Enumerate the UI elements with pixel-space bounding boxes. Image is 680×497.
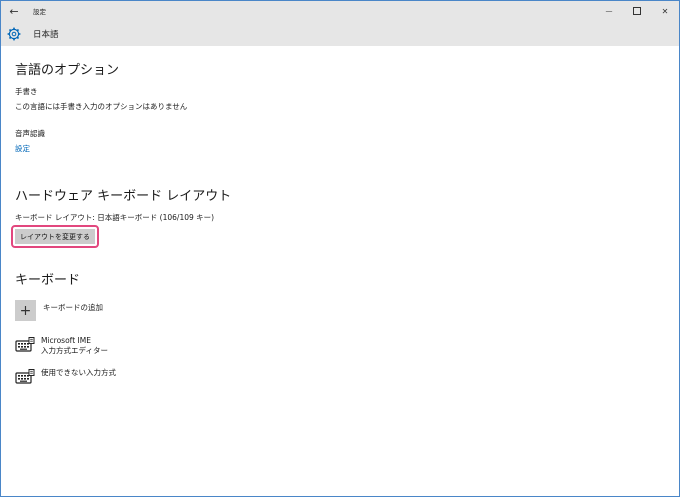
list-item-microsoft-ime[interactable]: Microsoft IME 入力方式エディター — [15, 336, 108, 356]
keyboard-subtitle: 入力方式エディター — [41, 346, 108, 355]
close-button[interactable]: ✕ — [651, 1, 679, 21]
minimize-icon: — — [605, 7, 613, 15]
page-header: 日本語 — [1, 21, 679, 46]
back-arrow-icon: ← — [9, 4, 19, 18]
maximize-icon — [633, 7, 641, 15]
language-options-heading: 言語のオプション — [15, 63, 120, 78]
back-button[interactable]: ← — [1, 1, 27, 21]
keyboard-name: 使用できない入力方式 — [41, 368, 116, 377]
speech-settings-link[interactable]: 設定 — [15, 143, 30, 154]
keyboard-name: Microsoft IME — [41, 336, 91, 345]
maximize-button[interactable] — [623, 1, 651, 21]
plus-icon: + — [15, 300, 36, 321]
change-layout-button[interactable]: レイアウトを変更する — [15, 229, 95, 244]
keyboard-icon — [15, 337, 35, 353]
change-layout-highlight: レイアウトを変更する — [11, 225, 99, 248]
add-keyboard-button[interactable]: + キーボードの追加 — [15, 300, 103, 321]
page-title: 日本語 — [33, 29, 59, 40]
speech-label: 音声認識 — [15, 129, 45, 138]
minimize-button[interactable]: — — [595, 1, 623, 21]
keyboard-heading: キーボード — [15, 273, 81, 288]
title-bar: ← 設定 — ✕ — [1, 1, 679, 21]
window-title: 設定 — [33, 8, 46, 16]
handwriting-text: この言語には手書き入力のオプションはありません — [15, 102, 188, 111]
handwriting-label: 手書き — [15, 87, 38, 96]
window-controls: — ✕ — [595, 1, 679, 21]
list-item-unavailable-input[interactable]: 使用できない入力方式 — [15, 368, 116, 385]
keyboard-icon — [15, 369, 35, 385]
close-icon: ✕ — [661, 6, 669, 16]
gear-icon — [7, 27, 21, 41]
keyboard-layout-text: キーボード レイアウト: 日本語キーボード (106/109 キー) — [15, 213, 215, 222]
settings-window: ← 設定 — ✕ 日本語 言語のオプション 手書き この言語には手書き入力のオプ… — [0, 0, 680, 497]
add-keyboard-label: キーボードの追加 — [43, 303, 103, 312]
hardware-keyboard-heading: ハードウェア キーボード レイアウト — [15, 189, 232, 204]
